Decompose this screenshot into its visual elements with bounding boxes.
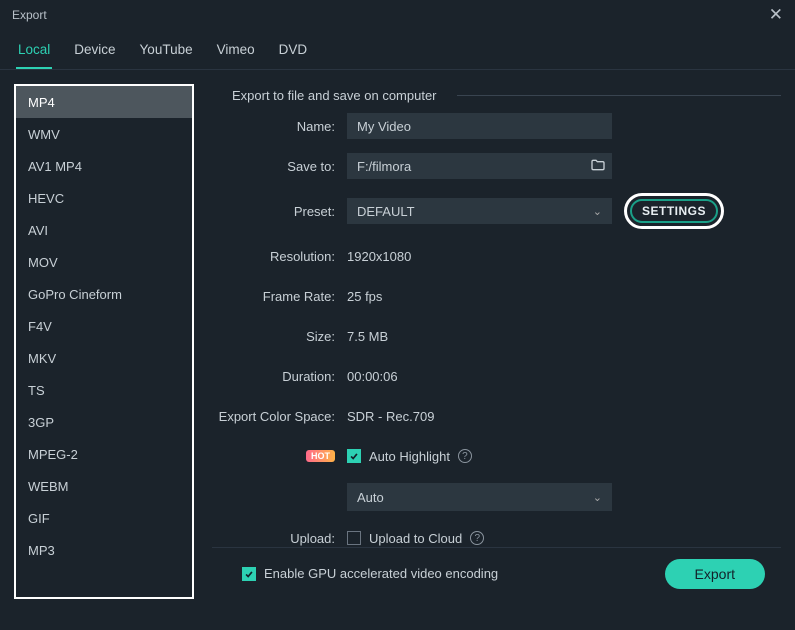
info-icon[interactable]: ? — [458, 449, 472, 463]
format-item-avi[interactable]: AVI — [16, 214, 192, 246]
format-item-mpeg-2[interactable]: MPEG-2 — [16, 438, 192, 470]
format-list: MP4WMVAV1 MP4HEVCAVIMOVGoPro CineformF4V… — [14, 84, 194, 599]
settings-button[interactable]: SETTINGS — [630, 199, 718, 223]
format-item-webm[interactable]: WEBM — [16, 470, 192, 502]
auto-highlight-checkbox[interactable] — [347, 449, 361, 463]
preset-value: DEFAULT — [357, 204, 415, 219]
format-item-mp3[interactable]: MP3 — [16, 534, 192, 566]
format-item-av1-mp4[interactable]: AV1 MP4 — [16, 150, 192, 182]
size-value: 7.5 MB — [347, 329, 388, 344]
gpu-checkbox[interactable] — [242, 567, 256, 581]
format-item-gopro-cineform[interactable]: GoPro Cineform — [16, 278, 192, 310]
format-item-hevc[interactable]: HEVC — [16, 182, 192, 214]
tab-vimeo[interactable]: Vimeo — [215, 38, 257, 69]
auto-highlight-label: Auto Highlight — [369, 449, 450, 464]
duration-label: Duration: — [212, 369, 347, 384]
upload-checkbox-label: Upload to Cloud — [369, 531, 462, 546]
auto-highlight-value: Auto — [357, 490, 384, 505]
format-item-wmv[interactable]: WMV — [16, 118, 192, 150]
hot-badge: HOT — [306, 450, 335, 462]
chevron-down-icon: ⌄ — [593, 491, 602, 504]
window-title: Export — [12, 8, 47, 22]
preset-label: Preset: — [212, 204, 347, 219]
section-heading: Export to file and save on computer — [232, 88, 437, 103]
chevron-down-icon: ⌄ — [593, 205, 602, 218]
format-item-ts[interactable]: TS — [16, 374, 192, 406]
colorspace-label: Export Color Space: — [212, 409, 347, 424]
resolution-value: 1920x1080 — [347, 249, 411, 264]
format-item-mp4[interactable]: MP4 — [16, 86, 192, 118]
size-label: Size: — [212, 329, 347, 344]
format-item-mkv[interactable]: MKV — [16, 342, 192, 374]
framerate-label: Frame Rate: — [212, 289, 347, 304]
gpu-label: Enable GPU accelerated video encoding — [264, 566, 498, 581]
preset-select[interactable]: DEFAULT ⌄ — [347, 198, 612, 224]
save-to-label: Save to: — [212, 159, 347, 174]
tab-youtube[interactable]: YouTube — [138, 38, 195, 69]
tab-dvd[interactable]: DVD — [277, 38, 310, 69]
tab-device[interactable]: Device — [72, 38, 117, 69]
folder-icon[interactable] — [590, 157, 606, 176]
info-icon[interactable]: ? — [470, 531, 484, 545]
duration-value: 00:00:06 — [347, 369, 398, 384]
format-item-gif[interactable]: GIF — [16, 502, 192, 534]
name-input[interactable] — [347, 113, 612, 139]
resolution-label: Resolution: — [212, 249, 347, 264]
colorspace-value: SDR - Rec.709 — [347, 409, 434, 424]
upload-label: Upload: — [212, 531, 347, 546]
framerate-value: 25 fps — [347, 289, 382, 304]
tab-local[interactable]: Local — [16, 38, 52, 69]
format-item-mov[interactable]: MOV — [16, 246, 192, 278]
save-to-input[interactable] — [347, 153, 612, 179]
export-button[interactable]: Export — [665, 559, 765, 589]
upload-checkbox[interactable] — [347, 531, 361, 545]
name-label: Name: — [212, 119, 347, 134]
format-item-3gp[interactable]: 3GP — [16, 406, 192, 438]
format-item-f4v[interactable]: F4V — [16, 310, 192, 342]
auto-highlight-select[interactable]: Auto ⌄ — [347, 483, 612, 511]
close-icon[interactable]: ✕ — [769, 5, 783, 25]
